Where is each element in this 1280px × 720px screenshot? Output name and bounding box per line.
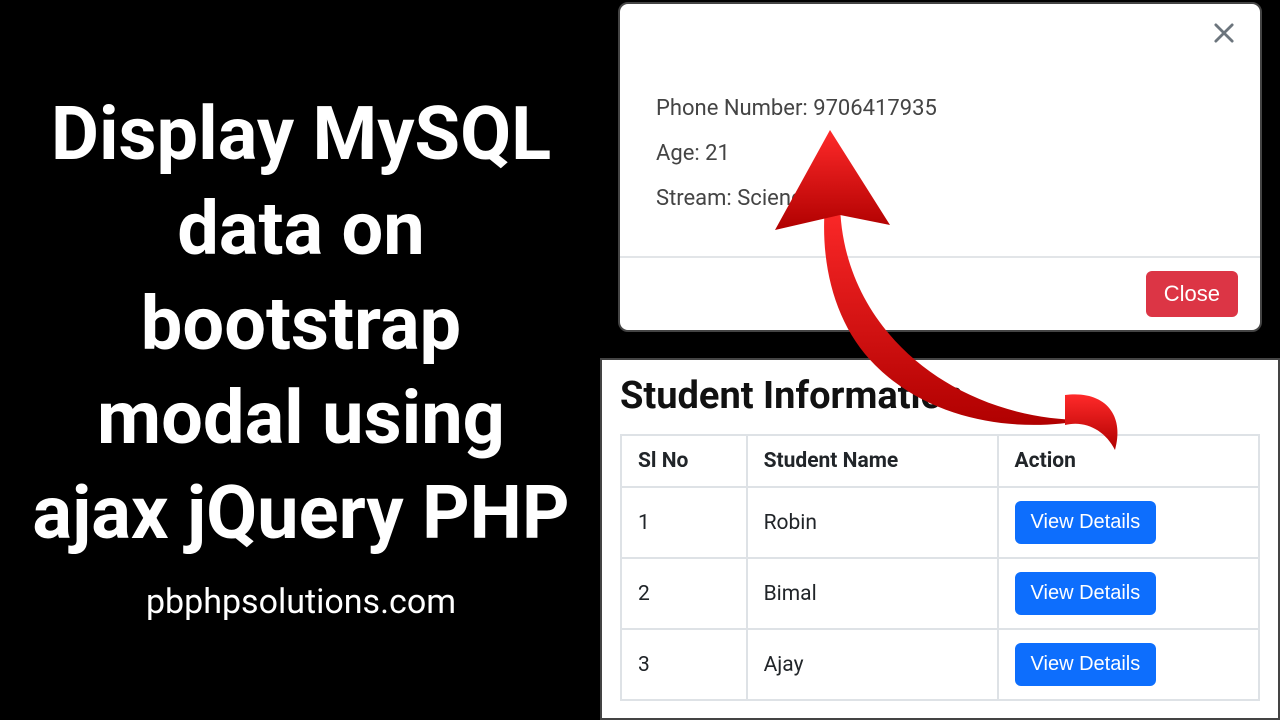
modal-dialog: Phone Number: 9706417935 Age: 21 Stream:… bbox=[618, 2, 1262, 332]
close-icon[interactable] bbox=[1210, 19, 1238, 47]
cell-sl: 2 bbox=[621, 558, 747, 629]
cell-name: Bimal bbox=[747, 558, 998, 629]
modal-phone-row: Phone Number: 9706417935 bbox=[656, 96, 1224, 121]
table-row: 3 Ajay View Details bbox=[621, 629, 1259, 700]
view-details-button[interactable]: View Details bbox=[1015, 643, 1157, 686]
student-table: Sl No Student Name Action 1 Robin View D… bbox=[620, 434, 1260, 701]
cell-action: View Details bbox=[998, 629, 1259, 700]
table-row: 2 Bimal View Details bbox=[621, 558, 1259, 629]
page-title: Display MySQL data on bootstrap modal us… bbox=[30, 88, 572, 562]
site-url: pbphpsolutions.com bbox=[146, 582, 456, 622]
cell-action: View Details bbox=[998, 558, 1259, 629]
cell-sl: 3 bbox=[621, 629, 747, 700]
table-header-row: Sl No Student Name Action bbox=[621, 435, 1259, 487]
cell-action: View Details bbox=[998, 487, 1259, 558]
table-row: 1 Robin View Details bbox=[621, 487, 1259, 558]
age-label: Age: bbox=[656, 141, 700, 166]
cell-sl: 1 bbox=[621, 487, 747, 558]
title-block: Display MySQL data on bootstrap modal us… bbox=[0, 0, 602, 720]
modal-age-row: Age: 21 bbox=[656, 141, 1224, 166]
cell-name: Robin bbox=[747, 487, 998, 558]
col-student-name: Student Name bbox=[747, 435, 998, 487]
phone-label: Phone Number: bbox=[656, 96, 808, 121]
modal-stream-row: Stream: Science bbox=[656, 186, 1224, 211]
stream-label: Stream: bbox=[656, 186, 732, 211]
modal-body: Phone Number: 9706417935 Age: 21 Stream:… bbox=[620, 4, 1260, 251]
student-table-panel: Student Information Sl No Student Name A… bbox=[600, 358, 1280, 720]
stream-value: Science bbox=[737, 186, 814, 211]
modal-footer: Close bbox=[620, 256, 1260, 330]
phone-value: 9706417935 bbox=[813, 96, 937, 121]
view-details-button[interactable]: View Details bbox=[1015, 572, 1157, 615]
age-value: 21 bbox=[705, 141, 730, 166]
cell-name: Ajay bbox=[747, 629, 998, 700]
col-action: Action bbox=[998, 435, 1259, 487]
table-heading: Student Information bbox=[620, 374, 1260, 418]
view-details-button[interactable]: View Details bbox=[1015, 501, 1157, 544]
close-button[interactable]: Close bbox=[1146, 271, 1238, 317]
col-slno: Sl No bbox=[621, 435, 747, 487]
